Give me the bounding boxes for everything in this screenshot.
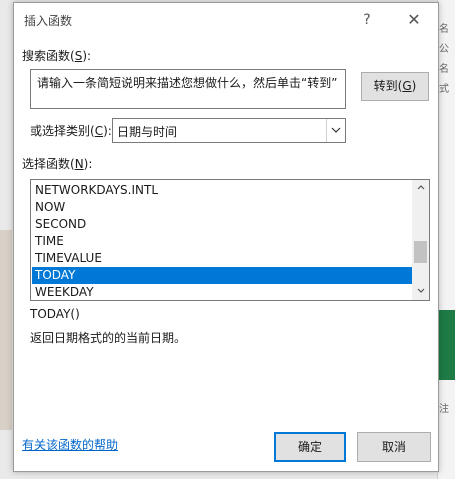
scroll-down-icon[interactable] (412, 283, 429, 300)
background-app-text: 名 (439, 24, 449, 35)
function-syntax: TODAY() (30, 307, 80, 321)
list-item[interactable]: WEEKDAY (32, 284, 414, 300)
function-list-label: 选择函数(N): (22, 157, 93, 171)
list-item[interactable]: SECOND (32, 216, 414, 233)
search-function-input[interactable]: 请输入一条简短说明来描述您想做什么，然后单击“转到” (30, 69, 346, 109)
background-app-text: 注 (439, 404, 449, 415)
background-app-text: 名 (439, 64, 449, 75)
cancel-button[interactable]: 取消 (357, 432, 431, 462)
help-button[interactable]: ? (356, 9, 378, 31)
list-item-selected[interactable]: TODAY (32, 267, 414, 284)
list-item[interactable]: TIMEVALUE (32, 250, 414, 267)
function-help-link[interactable]: 有关该函数的帮助 (22, 436, 118, 453)
background-app-text: 式 (439, 84, 449, 95)
search-function-label: 搜索函数(S): (22, 49, 92, 63)
function-list[interactable]: NETWORKDAYS.INTL NOW SECOND TIME TIMEVAL… (30, 179, 430, 301)
category-select[interactable]: 日期与时间 (112, 118, 346, 143)
chevron-down-icon[interactable] (326, 119, 345, 142)
list-item[interactable]: NETWORKDAYS.INTL (32, 182, 414, 199)
insert-function-dialog: 插入函数 ? ✕ 搜索函数(S): 请输入一条简短说明来描述您想做什么，然后单击… (13, 2, 439, 472)
close-button[interactable]: ✕ (402, 9, 426, 31)
dialog-title: 插入函数 (24, 14, 73, 28)
ok-button[interactable]: 确定 (274, 432, 346, 462)
scrollbar-thumb[interactable] (414, 241, 427, 263)
function-description: 返回日期格式的的当前日期。 (30, 331, 187, 345)
list-scrollbar[interactable] (412, 180, 429, 300)
background-app-text: 公 (439, 44, 449, 55)
dialog-titlebar[interactable]: 插入函数 ? ✕ (14, 3, 438, 37)
list-item[interactable]: NOW (32, 199, 414, 216)
scroll-up-icon[interactable] (412, 180, 429, 197)
goto-button[interactable]: 转到(G) (361, 72, 429, 101)
background-app-image-edge (0, 230, 12, 430)
background-app-green-panel (437, 310, 455, 380)
list-item[interactable]: TIME (32, 233, 414, 250)
category-label: 或选择类别(C): (30, 124, 112, 138)
category-selected-value: 日期与时间 (117, 125, 178, 139)
